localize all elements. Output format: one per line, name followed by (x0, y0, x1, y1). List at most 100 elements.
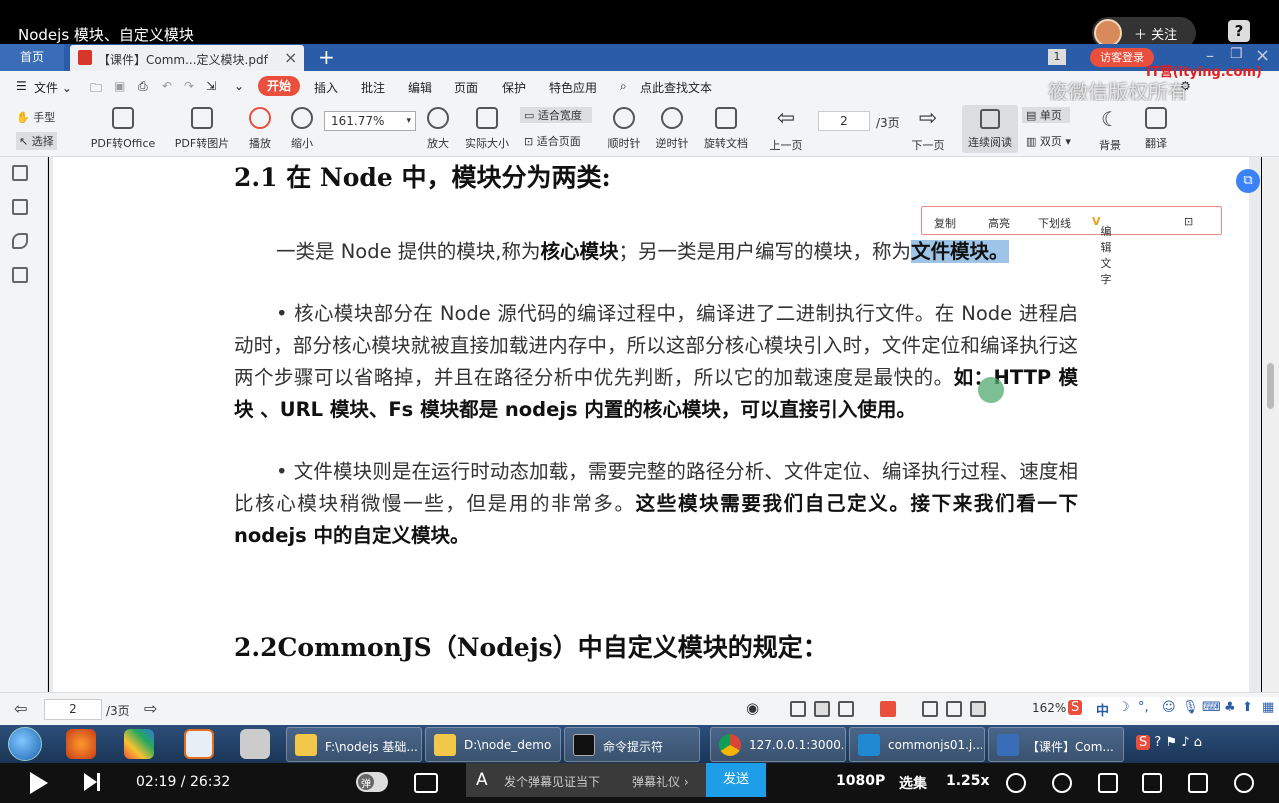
next-page-icon[interactable]: ⇨ (144, 699, 157, 718)
screenshot-icon[interactable]: ⊡ (1184, 215, 1193, 228)
tray-flag-icon[interactable]: ⚑ (1165, 735, 1177, 750)
menu-start[interactable]: 开始 (258, 76, 300, 96)
underline-button[interactable]: 下划线 (1038, 215, 1071, 231)
fullscreen-icon[interactable] (1188, 773, 1208, 793)
status-page-input[interactable]: 2 (44, 699, 102, 720)
fit-width-button[interactable]: ▭ 适合宽度 (520, 107, 592, 123)
menu-file[interactable]: 文件 ⌄ (34, 79, 72, 96)
undo-icon[interactable]: ↶ (162, 79, 172, 93)
menu-insert[interactable]: 插入 (314, 79, 338, 96)
next-page-button[interactable]: ⇨ 下一页 (908, 107, 948, 153)
emoji-icon[interactable]: ☺ (1162, 700, 1176, 715)
danmu-settings-icon[interactable] (414, 773, 438, 793)
taskbar-explorer-nodejs[interactable]: F:\nodejs 基础... (286, 727, 422, 762)
system-tray[interactable]: S ? ⚑ ♪ ⌂ (1136, 735, 1202, 750)
pdf-to-image-button[interactable]: PDF转图片 (172, 107, 232, 151)
play-button[interactable]: 播放 (244, 107, 276, 151)
select-tool-button[interactable]: ↖ 选择 (16, 132, 57, 150)
start-button[interactable] (8, 727, 42, 761)
danmu-input[interactable]: A 发个弹幕见证当下 弹幕礼仪 › (466, 763, 706, 797)
widescreen-icon[interactable] (1142, 773, 1162, 793)
annotation-icon[interactable] (12, 267, 28, 283)
taskbar-cmd[interactable]: 命令提示符 (564, 727, 700, 762)
actual-size-status-icon[interactable] (922, 701, 938, 717)
ime-moon-icon[interactable]: ☽ (1118, 700, 1130, 715)
firefox-icon[interactable] (66, 729, 96, 759)
episodes-button[interactable]: 选集 (899, 773, 927, 793)
keyboard-icon[interactable]: ⌨ (1202, 700, 1221, 715)
zoom-select[interactable]: 161.77% ▾ (324, 111, 416, 131)
grid-icon[interactable]: ▦ (1262, 700, 1274, 715)
print-icon[interactable]: ⎙ (138, 79, 148, 94)
prev-page-button[interactable]: ⇦ 上一页 (766, 107, 806, 153)
scroll-thumb[interactable] (1267, 363, 1274, 409)
thumbnails-icon[interactable] (12, 165, 28, 181)
share-icon[interactable] (1234, 773, 1254, 793)
continuous-read-button[interactable]: 连续阅读 (962, 105, 1018, 153)
pdf-to-office-button[interactable]: PDF转Office (86, 107, 160, 151)
pip-icon[interactable] (1098, 773, 1118, 793)
taskbar-chrome[interactable]: 127.0.0.1:3000... (710, 727, 846, 762)
menu-comment[interactable]: 批注 (361, 79, 385, 96)
window-count-badge[interactable]: 1 (1048, 49, 1066, 65)
app-diamond-icon[interactable] (124, 729, 154, 759)
more-chevron-icon[interactable]: ⌄ (234, 79, 244, 93)
zoom-out-button[interactable]: 缩小 (286, 107, 318, 151)
hamburger-icon[interactable]: ☰ (16, 79, 27, 93)
highlight-button[interactable]: 高亮 (988, 215, 1010, 231)
taskbar-wps-pdf[interactable]: 【课件】Com... (988, 727, 1124, 762)
tray-ime-icon[interactable]: S (1136, 735, 1151, 750)
fit-page-button[interactable]: ⊡ 适合页面 (520, 133, 592, 149)
prev-page-icon[interactable]: ⇦ (14, 699, 27, 718)
settings-gear-icon[interactable] (1052, 773, 1072, 793)
guest-login-button[interactable]: 访客登录 (1090, 48, 1154, 67)
floating-assistant-icon[interactable]: ⧉ (1236, 169, 1260, 193)
skin-icon[interactable]: ♣ (1224, 700, 1236, 715)
taskbar-vscode[interactable]: commonjs01.j... (849, 727, 985, 762)
zoom-in-button[interactable]: 放大 (422, 107, 454, 151)
translate-button[interactable]: 翻译 (1138, 107, 1174, 151)
volume-icon[interactable] (1006, 773, 1026, 793)
toolbox-icon[interactable]: ⬆ (1242, 700, 1253, 715)
next-episode-icon[interactable] (84, 773, 97, 791)
app-tools-icon[interactable] (240, 729, 270, 759)
open-folder-icon[interactable]: 🗀 (90, 79, 102, 100)
help-icon[interactable]: ? (1228, 20, 1250, 42)
tray-help-icon[interactable]: ? (1154, 735, 1161, 750)
eye-icon[interactable]: ◉ (746, 699, 759, 717)
mic-icon[interactable]: 🎙 (1182, 700, 1199, 715)
sogou-icon[interactable]: S (1068, 700, 1083, 715)
menu-features[interactable]: 特色应用 (549, 79, 597, 96)
hand-tool-button[interactable]: ✋ 手型 (16, 109, 55, 125)
tab-document[interactable]: 【课件】Comm...定义模块.pdf × (70, 45, 304, 71)
fit-page-status-icon[interactable] (946, 701, 962, 717)
page-number-input[interactable]: 2 (818, 111, 870, 131)
double-view-icon[interactable] (838, 701, 854, 717)
copy-button[interactable]: 复制 (934, 215, 956, 231)
send-button[interactable]: 发送 (706, 763, 766, 797)
maximize-icon[interactable]: ❐ (1230, 46, 1243, 62)
speed-button[interactable]: 1.25x (946, 773, 990, 789)
status-zoom[interactable]: 162% (1032, 701, 1066, 715)
redo-icon[interactable]: ↷ (184, 79, 194, 93)
menu-edit[interactable]: 编辑 (408, 79, 432, 96)
danmu-style-icon[interactable]: A (476, 770, 488, 790)
search-icon[interactable]: ⌕ (620, 79, 627, 94)
danmu-etiquette-link[interactable]: 弹幕礼仪 › (632, 773, 689, 790)
play-slides-icon[interactable] (880, 701, 896, 717)
rotate-cw-button[interactable]: 顺时针 (606, 107, 642, 151)
add-tab-icon[interactable]: + (318, 45, 335, 69)
image-panel-icon[interactable] (12, 199, 28, 215)
background-button[interactable]: ☾ 背景 (1092, 107, 1128, 153)
tab-home[interactable]: 首页 (0, 44, 64, 71)
quality-button[interactable]: 1080P (836, 773, 885, 789)
edit-text-button[interactable]: V 编辑文字 (1092, 215, 1112, 286)
actual-size-button[interactable]: 实际大小 (462, 107, 512, 151)
close-tab-icon[interactable]: × (284, 48, 297, 67)
app-doc-icon[interactable] (184, 729, 214, 759)
menu-page[interactable]: 页面 (454, 79, 478, 96)
danmu-toggle[interactable]: 弹 (356, 772, 388, 792)
rotate-ccw-button[interactable]: 逆时针 (654, 107, 690, 151)
export-icon[interactable]: ⇲ (206, 79, 216, 93)
continuous-view-icon[interactable] (790, 701, 806, 717)
